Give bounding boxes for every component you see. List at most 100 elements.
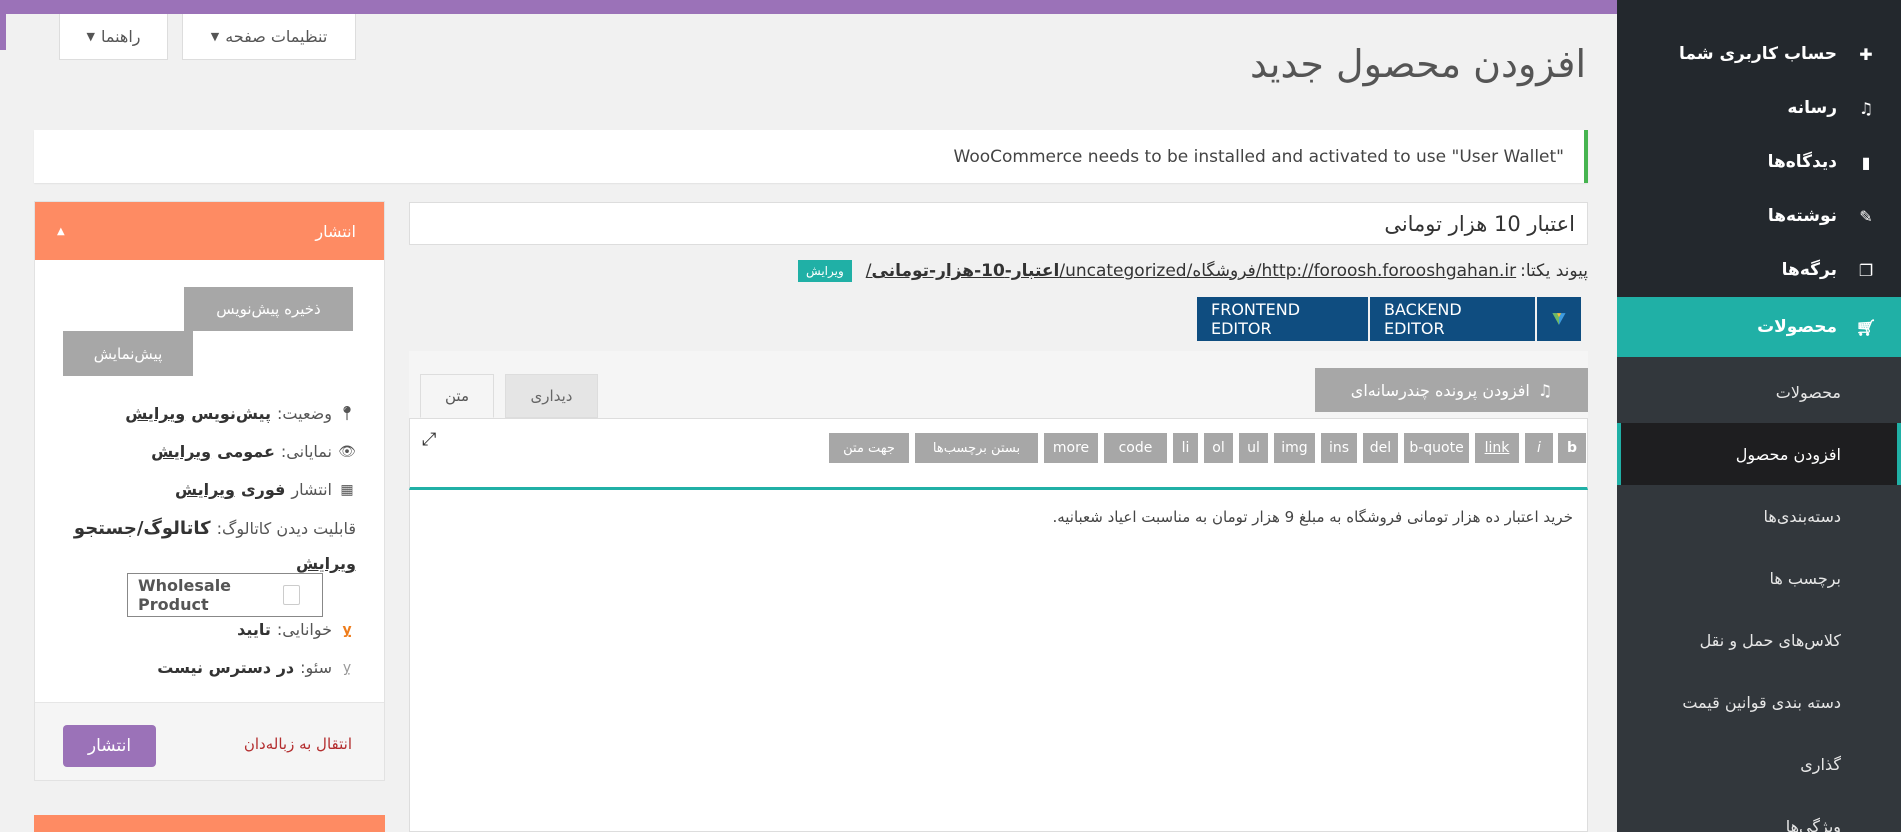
qt-code-button[interactable]: code [1104, 433, 1167, 463]
qt-ins-button[interactable]: ins [1321, 433, 1357, 463]
publish-box-footer: انتشار انتقال به زباله‌دان [35, 702, 384, 780]
media-icon: ♫ [1858, 98, 1874, 118]
status-value: پیش‌نویس [191, 404, 272, 423]
qt-bold-button[interactable]: b [1558, 433, 1586, 463]
cart-icon: 🛒︎ [1855, 317, 1877, 337]
qt-link-button[interactable]: link [1475, 433, 1519, 463]
catalog-edit-link[interactable]: ویرایش [296, 554, 356, 573]
visibility-row: 👁︎ نمایانی: عمومی ویرایش [151, 442, 356, 461]
submenu-item-products[interactable]: محصولات [1617, 361, 1901, 423]
calendar-icon: ▦ [340, 481, 354, 498]
permalink-slug: اعتبار-10-هزار-تومانی [871, 261, 1060, 281]
content-text: خرید اعتبار ده هزار تومانی فروشگاه به مب… [1052, 508, 1573, 526]
visual-composer-bar: FRONTEND EDITOR BACKEND EDITOR [1195, 297, 1581, 341]
screen-options-label: تنظیمات صفحه [225, 27, 328, 46]
screen-options-button[interactable]: ▼ تنظیمات صفحه [182, 14, 356, 60]
help-label: راهنما [100, 27, 141, 46]
sidebar-item-label: برگه‌ها [1781, 260, 1837, 280]
preview-button[interactable]: پیش‌نمایش [63, 331, 193, 376]
chevron-down-icon: ▼ [210, 30, 220, 43]
visibility-label: نمایانی: [280, 442, 332, 461]
sidebar-item-account[interactable]: ✚ حساب کاربری شما [1617, 27, 1901, 81]
qt-ul-button[interactable]: ul [1239, 433, 1268, 463]
permalink-path: /فروشگاه/uncategorized/ [1059, 261, 1262, 281]
eye-icon: 👁︎ [338, 443, 356, 460]
sidebar-item-products[interactable]: 🛒︎ محصولات [1607, 297, 1901, 357]
qt-blockquote-button[interactable]: b-quote [1404, 433, 1469, 463]
visual-composer-logo-icon[interactable] [1537, 297, 1581, 341]
publish-box-header[interactable]: ▲ انتشار [35, 202, 384, 260]
sidebar-item-posts[interactable]: ✎ نوشته‌ها [1617, 189, 1901, 243]
qt-li-button[interactable]: li [1173, 433, 1198, 463]
pin-icon: ✎ [1859, 206, 1873, 226]
tab-text[interactable]: متن [420, 374, 494, 418]
catalog-row: قابلیت دیدن کاتالوگ: کاتالوگ/جستجو [74, 518, 356, 539]
content-textarea[interactable]: خرید اعتبار ده هزار تومانی فروشگاه به مب… [409, 490, 1588, 832]
qt-del-button[interactable]: del [1363, 433, 1398, 463]
help-button[interactable]: ▼ راهنما [59, 14, 168, 60]
sidebar-item-media[interactable]: ♫ رسانه [1617, 81, 1901, 135]
submenu-item-attributes[interactable]: ویژگی‌ها [1617, 795, 1901, 832]
sidebar-item-pages[interactable]: ❐ برگه‌ها [1617, 243, 1901, 297]
schedule-row: ▦ انتشار فوری ویرایش [175, 480, 356, 499]
visibility-value: عمومی [217, 442, 275, 461]
readability-label: خوانایی: [276, 620, 332, 639]
sidebar-item-label: نوشته‌ها [1767, 206, 1837, 226]
wholesale-product-field[interactable]: Wholesale Product [127, 573, 323, 617]
permalink-url[interactable]: http://foroosh.forooshgahan.ir/فروشگاه/u… [866, 261, 1516, 281]
save-draft-button[interactable]: ذخیره پیش‌نویس [184, 287, 353, 331]
yoast-readability-icon: ỵ [342, 621, 352, 638]
comment-icon: ▮ [1861, 152, 1871, 172]
publish-box: ▲ انتشار ذخیره پیش‌نویس پیش‌نمایش 📍︎ وضع… [34, 201, 385, 781]
qt-text-direction-button[interactable]: جهت متن [829, 433, 909, 463]
schedule-value: فوری [241, 480, 286, 499]
pages-icon: ❐ [1858, 260, 1874, 280]
frontend-editor-button[interactable]: FRONTEND EDITOR [1197, 297, 1368, 341]
schedule-edit-link[interactable]: ویرایش [175, 480, 235, 499]
status-edit-link[interactable]: ویرایش [125, 404, 185, 423]
submenu-item-add-product[interactable]: افزودن محصول [1617, 423, 1901, 485]
quicktags-toolbar: ⤢ b i link b-quote del ins img ul ol li … [409, 418, 1588, 490]
permalink-label: پیوند یکتا: [1520, 261, 1588, 281]
sidebar-item-label: دیدگاه‌ها [1767, 152, 1837, 172]
fullscreen-icon[interactable]: ⤢ [422, 429, 436, 450]
qt-italic-button[interactable]: i [1525, 433, 1553, 463]
qt-ol-button[interactable]: ol [1204, 433, 1233, 463]
submenu-item-tags[interactable]: برچسب ها [1617, 547, 1901, 609]
status-label: وضعیت: [277, 404, 332, 423]
visibility-edit-link[interactable]: ویرایش [151, 442, 211, 461]
collapse-arrow-icon[interactable]: ▲ [57, 226, 65, 237]
add-media-button[interactable]: ♫ افزودن پرونده چندرسانه‌ای [1315, 368, 1588, 412]
status-row: 📍︎ وضعیت: پیش‌نویس ویرایش [125, 404, 356, 423]
qt-more-button[interactable]: more [1044, 433, 1098, 463]
sidebar-item-label: رسانه [1787, 98, 1837, 118]
publish-box-title: انتشار [315, 221, 356, 241]
plus-icon: ✚ [1859, 44, 1873, 64]
submenu-item-pricing[interactable]: گذاری [1617, 733, 1901, 795]
catalog-value: کاتالوگ/جستجو [73, 518, 211, 539]
submenu-item-pricing-rules[interactable]: دسته بندی قوانین قیمت [1617, 671, 1901, 733]
qt-img-button[interactable]: img [1274, 433, 1315, 463]
catalog-label: قابلیت دیدن کاتالوگ: [216, 519, 356, 538]
notice-woocommerce: WooCommerce needs to be installed and ac… [34, 130, 1588, 183]
publish-button[interactable]: انتشار [63, 725, 156, 767]
sidebar-item-label: محصولات [1757, 317, 1837, 337]
seo-label: سئو: [300, 658, 332, 677]
wholesale-checkbox[interactable] [282, 585, 300, 605]
schedule-label: انتشار [291, 480, 332, 499]
edit-slug-button[interactable]: ویرایش [798, 260, 852, 282]
backend-editor-button[interactable]: BACKEND EDITOR [1370, 297, 1535, 341]
submenu-item-shipping-classes[interactable]: کلاس‌های حمل و نقل [1617, 609, 1901, 671]
sidebar-item-comments[interactable]: ▮ دیدگاه‌ها [1617, 135, 1901, 189]
move-to-trash-link[interactable]: انتقال به زباله‌دان [244, 735, 352, 753]
submenu-item-categories[interactable]: دسته‌بندی‌ها [1617, 485, 1901, 547]
qt-close-tags-button[interactable]: بستن برچسب‌ها [915, 433, 1038, 463]
top-admin-bar [0, 0, 1617, 14]
sidebar-item-label: حساب کاربری شما [1679, 44, 1837, 64]
product-title-input[interactable]: اعتبار 10 هزار تومانی [409, 202, 1588, 245]
catalog-edit-row: ویرایش [296, 554, 356, 573]
tab-visual[interactable]: دیداری [505, 374, 598, 418]
notice-text: WooCommerce needs to be installed and ac… [953, 146, 1565, 167]
yoast-seo-icon: ỵ [342, 659, 352, 676]
next-metabox-header[interactable] [34, 815, 385, 832]
